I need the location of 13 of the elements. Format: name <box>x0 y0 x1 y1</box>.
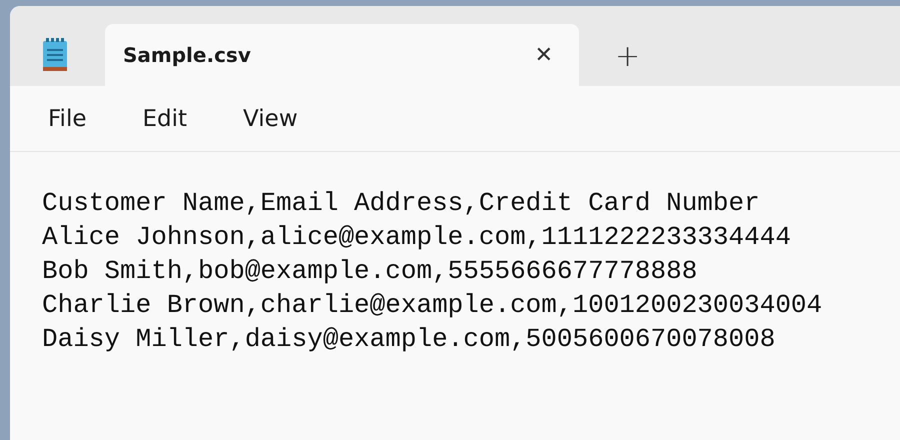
tab-title: Sample.csv <box>123 43 251 67</box>
new-tab-button[interactable]: + <box>609 37 646 76</box>
menu-item[interactable]: File <box>38 106 96 132</box>
menu-item[interactable]: Edit <box>132 106 198 132</box>
text-line: Customer Name,Email Address,Credit Card Number <box>42 187 761 220</box>
text-line: Daisy Miller,daisy@example.com,5005600670078008 <box>42 323 776 356</box>
text-line: Alice Johnson,alice@example.com,1111222233334444 <box>42 221 792 254</box>
menu-item[interactable]: View <box>233 106 308 132</box>
close-tab-button[interactable]: ✕ <box>528 40 559 70</box>
notepad-icon <box>42 38 68 72</box>
text-line: Charlie Brown,charlie@example.com,1001200230034004 <box>42 289 824 322</box>
text-line: Bob Smith,bob@example.com,5555666677778888 <box>42 255 698 288</box>
tab[interactable]: Sample.csv ✕ <box>105 24 579 86</box>
